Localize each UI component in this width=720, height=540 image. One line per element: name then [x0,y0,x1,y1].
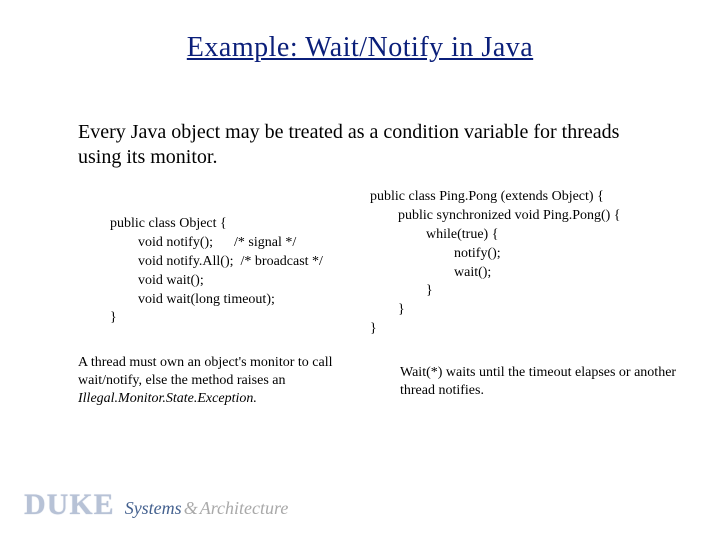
code-block-object: public class Object { void notify(); /* … [110,215,370,328]
footer-systems: Systems [125,498,182,518]
note-right: Wait(*) waits until the timeout elapses … [400,364,680,400]
code-block-pingpong: public class Ping.Pong (extends Object) … [370,188,700,339]
slide-title: Example: Wait/Notify in Java [0,32,720,64]
note-left: A thread must own an object's monitor to… [78,354,358,409]
note-left-exception: Illegal.Monitor.State.Exception. [78,391,257,406]
footer: DUKE Systems&Architecture [24,488,288,522]
systems-architecture-text: Systems&Architecture [125,498,289,519]
note-left-text: A thread must own an object's monitor to… [78,355,332,388]
intro-text: Every Java object may be treated as a co… [78,120,658,170]
slide: Example: Wait/Notify in Java Every Java … [0,0,720,540]
footer-amp: & [182,498,200,518]
duke-logo-text: DUKE [24,488,115,522]
footer-architecture: Architecture [200,498,289,518]
